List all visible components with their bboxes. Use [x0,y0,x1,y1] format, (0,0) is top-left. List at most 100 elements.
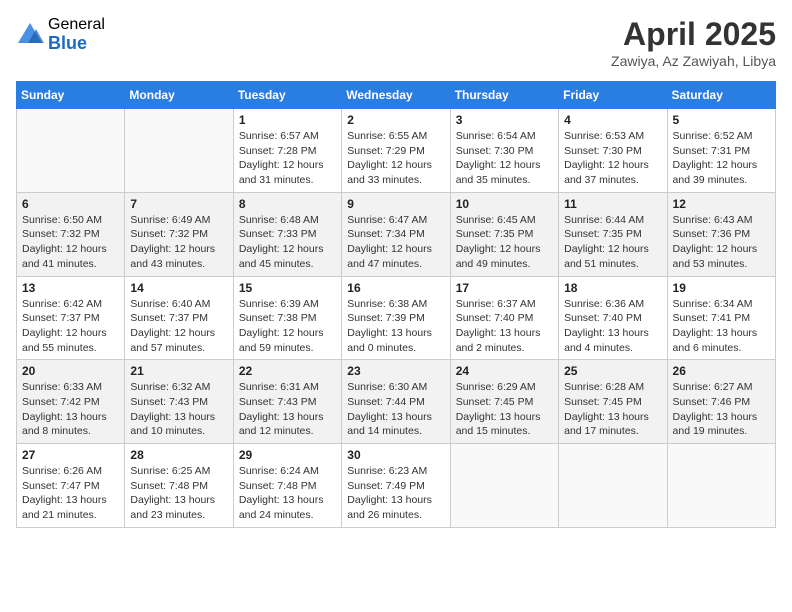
calendar-cell: 15 Sunrise: 6:39 AM Sunset: 7:38 PM Dayli… [233,276,341,360]
day-detail: Sunrise: 6:52 AM Sunset: 7:31 PM Dayligh… [673,129,770,188]
day-detail: Sunrise: 6:24 AM Sunset: 7:48 PM Dayligh… [239,464,336,523]
day-detail: Sunrise: 6:55 AM Sunset: 7:29 PM Dayligh… [347,129,444,188]
calendar-cell: 20 Sunrise: 6:33 AM Sunset: 7:42 PM Dayli… [17,360,125,444]
day-number: 26 [673,364,770,378]
day-detail: Sunrise: 6:38 AM Sunset: 7:39 PM Dayligh… [347,297,444,356]
calendar-cell: 27 Sunrise: 6:26 AM Sunset: 7:47 PM Dayli… [17,444,125,528]
calendar-cell: 28Sunrise: 6:25 AM Sunset: 7:48 PM Dayli… [125,444,233,528]
day-detail: Sunrise: 6:37 AM Sunset: 7:40 PM Dayligh… [456,297,553,356]
day-number: 14 [130,281,227,295]
calendar-cell: 11 Sunrise: 6:44 AM Sunset: 7:35 PM Dayli… [559,192,667,276]
logo-general: General [48,16,105,34]
day-detail: Sunrise: 6:45 AM Sunset: 7:35 PM Dayligh… [456,213,553,272]
calendar-cell: 8 Sunrise: 6:48 AM Sunset: 7:33 PM Daylig… [233,192,341,276]
day-number: 9 [347,197,444,211]
weekday-header: Wednesday [342,82,450,109]
day-detail: Sunrise: 6:40 AM Sunset: 7:37 PM Dayligh… [130,297,227,356]
calendar-cell: 25Sunrise: 6:28 AM Sunset: 7:45 PM Dayli… [559,360,667,444]
day-number: 2 [347,113,444,127]
day-number: 24 [456,364,553,378]
calendar-cell: 12Sunrise: 6:43 AM Sunset: 7:36 PM Dayli… [667,192,775,276]
day-number: 5 [673,113,770,127]
day-detail: Sunrise: 6:32 AM Sunset: 7:43 PM Dayligh… [130,380,227,439]
calendar-cell: 2 Sunrise: 6:55 AM Sunset: 7:29 PM Daylig… [342,109,450,193]
day-number: 19 [673,281,770,295]
logo-text: General Blue [48,16,105,53]
day-number: 27 [22,448,119,462]
weekday-header: Sunday [17,82,125,109]
calendar-cell [667,444,775,528]
day-number: 23 [347,364,444,378]
calendar-cell: 7 Sunrise: 6:49 AM Sunset: 7:32 PM Daylig… [125,192,233,276]
day-detail: Sunrise: 6:30 AM Sunset: 7:44 PM Dayligh… [347,380,444,439]
weekday-header: Tuesday [233,82,341,109]
day-number: 25 [564,364,661,378]
calendar-cell: 9 Sunrise: 6:47 AM Sunset: 7:34 PM Daylig… [342,192,450,276]
calendar-cell: 1 Sunrise: 6:57 AM Sunset: 7:28 PM Daylig… [233,109,341,193]
day-number: 21 [130,364,227,378]
day-detail: Sunrise: 6:27 AM Sunset: 7:46 PM Dayligh… [673,380,770,439]
day-detail: Sunrise: 6:43 AM Sunset: 7:36 PM Dayligh… [673,213,770,272]
page-header: General Blue April 2025 Zawiya, Az Zawiy… [16,16,776,69]
day-detail: Sunrise: 6:44 AM Sunset: 7:35 PM Dayligh… [564,213,661,272]
day-detail: Sunrise: 6:23 AM Sunset: 7:49 PM Dayligh… [347,464,444,523]
day-number: 30 [347,448,444,462]
calendar-cell: 16 Sunrise: 6:38 AM Sunset: 7:39 PM Dayli… [342,276,450,360]
logo-blue: Blue [48,34,105,54]
calendar-cell: 30 Sunrise: 6:23 AM Sunset: 7:49 PM Dayli… [342,444,450,528]
calendar-cell: 18 Sunrise: 6:36 AM Sunset: 7:40 PM Dayli… [559,276,667,360]
calendar-header-row: SundayMondayTuesdayWednesdayThursdayFrid… [17,82,776,109]
day-number: 4 [564,113,661,127]
day-detail: Sunrise: 6:57 AM Sunset: 7:28 PM Dayligh… [239,129,336,188]
location: Zawiya, Az Zawiyah, Libya [611,53,776,69]
logo: General Blue [16,16,105,53]
day-number: 15 [239,281,336,295]
day-number: 3 [456,113,553,127]
day-number: 7 [130,197,227,211]
calendar-cell: 26 Sunrise: 6:27 AM Sunset: 7:46 PM Dayli… [667,360,775,444]
logo-icon [16,21,44,49]
day-number: 1 [239,113,336,127]
day-detail: Sunrise: 6:47 AM Sunset: 7:34 PM Dayligh… [347,213,444,272]
calendar-cell: 14 Sunrise: 6:40 AM Sunset: 7:37 PM Dayli… [125,276,233,360]
day-detail: Sunrise: 6:26 AM Sunset: 7:47 PM Dayligh… [22,464,119,523]
day-detail: Sunrise: 6:42 AM Sunset: 7:37 PM Dayligh… [22,297,119,356]
day-detail: Sunrise: 6:36 AM Sunset: 7:40 PM Dayligh… [564,297,661,356]
day-number: 16 [347,281,444,295]
calendar-cell: 22Sunrise: 6:31 AM Sunset: 7:43 PM Dayli… [233,360,341,444]
day-number: 20 [22,364,119,378]
month-title: April 2025 [611,16,776,53]
calendar-cell: 17 Sunrise: 6:37 AM Sunset: 7:40 PM Dayli… [450,276,558,360]
day-detail: Sunrise: 6:54 AM Sunset: 7:30 PM Dayligh… [456,129,553,188]
calendar-cell [559,444,667,528]
day-number: 22 [239,364,336,378]
day-number: 18 [564,281,661,295]
calendar-cell [17,109,125,193]
day-number: 11 [564,197,661,211]
calendar-table: SundayMondayTuesdayWednesdayThursdayFrid… [16,81,776,528]
day-number: 8 [239,197,336,211]
calendar-week-row: 13 Sunrise: 6:42 AM Sunset: 7:37 PM Dayli… [17,276,776,360]
day-detail: Sunrise: 6:39 AM Sunset: 7:38 PM Dayligh… [239,297,336,356]
day-number: 13 [22,281,119,295]
calendar-cell: 23 Sunrise: 6:30 AM Sunset: 7:44 PM Dayli… [342,360,450,444]
day-detail: Sunrise: 6:33 AM Sunset: 7:42 PM Dayligh… [22,380,119,439]
weekday-header: Friday [559,82,667,109]
calendar-cell: 6Sunrise: 6:50 AM Sunset: 7:32 PM Daylig… [17,192,125,276]
day-number: 17 [456,281,553,295]
calendar-week-row: 27 Sunrise: 6:26 AM Sunset: 7:47 PM Dayli… [17,444,776,528]
calendar-week-row: 6Sunrise: 6:50 AM Sunset: 7:32 PM Daylig… [17,192,776,276]
calendar-cell: 5 Sunrise: 6:52 AM Sunset: 7:31 PM Daylig… [667,109,775,193]
day-detail: Sunrise: 6:53 AM Sunset: 7:30 PM Dayligh… [564,129,661,188]
day-detail: Sunrise: 6:48 AM Sunset: 7:33 PM Dayligh… [239,213,336,272]
calendar-week-row: 1 Sunrise: 6:57 AM Sunset: 7:28 PM Daylig… [17,109,776,193]
calendar-cell [450,444,558,528]
day-detail: Sunrise: 6:49 AM Sunset: 7:32 PM Dayligh… [130,213,227,272]
day-detail: Sunrise: 6:29 AM Sunset: 7:45 PM Dayligh… [456,380,553,439]
weekday-header: Saturday [667,82,775,109]
calendar-cell: 4 Sunrise: 6:53 AM Sunset: 7:30 PM Daylig… [559,109,667,193]
calendar-cell [125,109,233,193]
calendar-cell: 3 Sunrise: 6:54 AM Sunset: 7:30 PM Daylig… [450,109,558,193]
calendar-cell: 29Sunrise: 6:24 AM Sunset: 7:48 PM Dayli… [233,444,341,528]
calendar-cell: 13 Sunrise: 6:42 AM Sunset: 7:37 PM Dayli… [17,276,125,360]
